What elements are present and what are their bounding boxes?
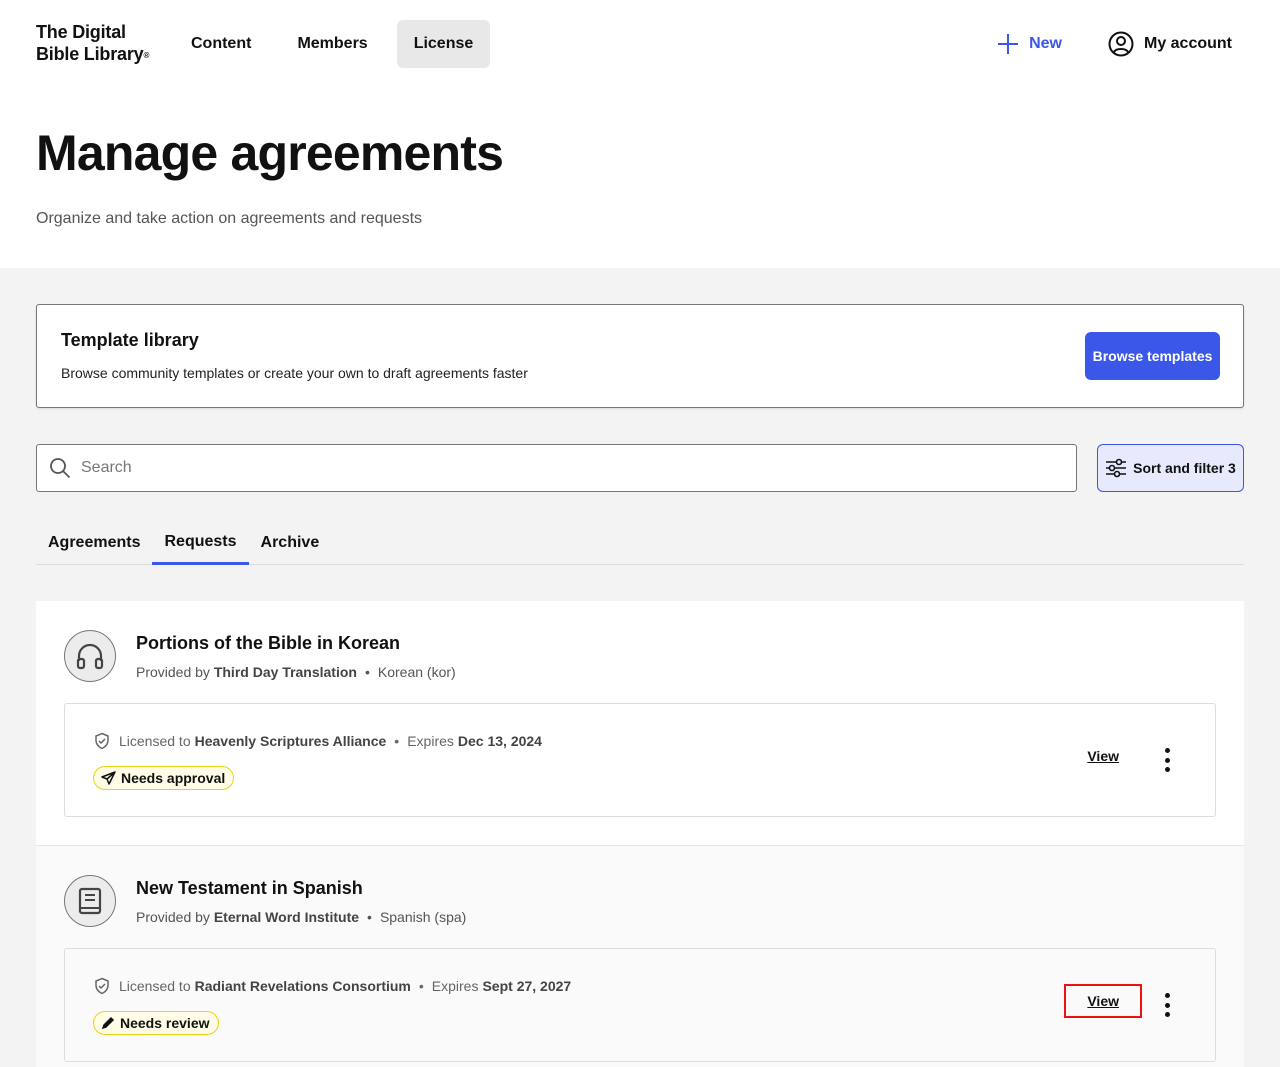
- tab-agreements[interactable]: Agreements: [36, 522, 152, 564]
- list-item: Portions of the Bible in Korean Provided…: [36, 601, 1244, 846]
- provider-name: Third Day Translation: [213, 663, 357, 680]
- top-navigation-bar: The Digital Bible Library® Content Membe…: [0, 0, 1280, 88]
- licensed-to-label: Licensed to: [119, 733, 191, 749]
- expires-label: Expires: [431, 978, 479, 994]
- browse-templates-button[interactable]: Browse templates: [1085, 332, 1220, 380]
- media-type-avatar: [64, 630, 116, 682]
- provided-by-label: Provided by: [136, 663, 210, 680]
- search-icon: [50, 458, 71, 479]
- plus-icon: [998, 34, 1019, 54]
- license-details: Licensed to Radiant Revelations Consortiu…: [93, 977, 571, 995]
- nav-item-members[interactable]: Members: [280, 20, 384, 68]
- template-library-title: Template library: [61, 330, 199, 350]
- my-account-label: My account: [1143, 35, 1232, 52]
- licensed-to-label: Licensed to: [119, 978, 191, 994]
- language: Korean (kor): [377, 663, 456, 680]
- sort-and-filter-button[interactable]: Sort and filter 3: [1097, 444, 1244, 492]
- nav-item-license[interactable]: License: [396, 20, 491, 68]
- user-circle-icon: [1108, 31, 1134, 57]
- nav-item-content[interactable]: Content: [174, 20, 268, 68]
- expires-label: Expires: [407, 733, 454, 749]
- media-type-avatar: [64, 875, 116, 927]
- tab-archive[interactable]: Archive: [249, 522, 332, 564]
- send-icon: [101, 771, 116, 785]
- page-subtitle: Organize and take action on agreements a…: [36, 210, 423, 227]
- licensee-name: Radiant Revelations Consortium: [194, 978, 411, 994]
- main-nav: Content Members License: [174, 20, 502, 68]
- template-library-card: Template library Browse community templa…: [36, 304, 1244, 408]
- headphones-icon: [76, 643, 104, 670]
- sort-and-filter-label: Sort and filter: [1133, 460, 1225, 476]
- new-button-label: New: [1029, 35, 1062, 52]
- page-title: Manage agreements: [36, 125, 504, 181]
- agreement-tabs: Agreements Requests Archive: [36, 522, 1244, 565]
- sliders-icon: [1106, 458, 1127, 478]
- filter-count: 3: [1228, 460, 1236, 476]
- more-options-icon[interactable]: [1165, 748, 1171, 772]
- status-badge: Needs review: [93, 1011, 219, 1035]
- logo-line-2: Bible Library: [36, 44, 144, 64]
- search-box: [36, 444, 1077, 492]
- item-header: New Testament in Spanish Provided by Ete…: [64, 874, 1216, 928]
- registered-mark: ®: [143, 51, 150, 60]
- license-card: Licensed to Radiant Revelations Consortiu…: [64, 948, 1216, 1062]
- item-meta: Provided by Third Day Translation • Korean…: [136, 663, 456, 680]
- expiry-date: Sept 27, 2027: [482, 978, 572, 994]
- logo-line-1: The Digital: [36, 22, 126, 42]
- status-badge: Needs approval: [93, 766, 235, 790]
- shield-check-icon: [95, 732, 109, 750]
- request-list: Portions of the Bible in Korean Provided…: [36, 601, 1244, 1067]
- status-label: Needs review: [120, 1015, 210, 1031]
- my-account-button[interactable]: My account: [1108, 31, 1232, 57]
- more-options-icon[interactable]: [1165, 993, 1171, 1017]
- expiry-date: Dec 13, 2024: [457, 733, 542, 749]
- list-item: New Testament in Spanish Provided by Ete…: [36, 846, 1244, 1067]
- item-title: Portions of the Bible in Korean: [136, 632, 401, 653]
- license-details: Licensed to Heavenly Scriptures Alliance …: [93, 732, 542, 750]
- item-title: New Testament in Spanish: [136, 877, 363, 898]
- item-header: Portions of the Bible in Korean Provided…: [64, 629, 1216, 683]
- main-content: Template library Browse community templa…: [0, 268, 1280, 1067]
- search-input[interactable]: [81, 459, 981, 477]
- logo[interactable]: The Digital Bible Library®: [36, 21, 149, 65]
- template-library-description: Browse community templates or create you…: [61, 365, 528, 381]
- header-actions: New My account: [997, 20, 1232, 68]
- pencil-icon: [101, 1016, 115, 1030]
- view-link[interactable]: View: [1087, 748, 1119, 764]
- provided-by-label: Provided by: [136, 908, 210, 925]
- tab-requests[interactable]: Requests: [152, 522, 249, 565]
- new-button[interactable]: New: [997, 33, 1062, 55]
- language: Spanish (spa): [379, 908, 467, 925]
- license-card: Licensed to Heavenly Scriptures Alliance …: [64, 703, 1216, 817]
- status-label: Needs approval: [121, 770, 226, 786]
- provider-name: Eternal Word Institute: [213, 908, 360, 925]
- view-link[interactable]: View: [1064, 984, 1142, 1018]
- item-meta: Provided by Eternal Word Institute • Spani…: [136, 908, 467, 925]
- licensee-name: Heavenly Scriptures Alliance: [194, 733, 387, 749]
- shield-check-icon: [95, 977, 109, 995]
- book-icon: [78, 887, 102, 915]
- page-header: Manage agreements Organize and take acti…: [0, 88, 1280, 268]
